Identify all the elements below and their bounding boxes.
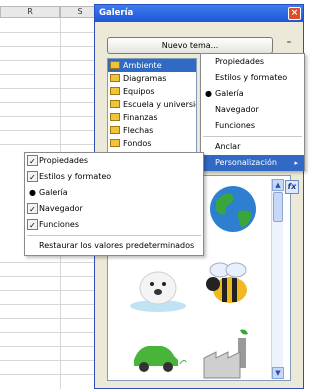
grid-line (0, 144, 100, 145)
restore-defaults-item[interactable]: Restaurar los valores predeterminados (25, 238, 203, 254)
new-theme-button[interactable]: Nuevo tema... (107, 37, 273, 54)
menu-item-propiedades[interactable]: Propiedades (201, 54, 304, 70)
checkbox-checked-icon: ✓ (27, 171, 38, 182)
grid-line (0, 116, 100, 117)
theme-item-ambiente[interactable]: Ambiente (108, 59, 196, 72)
preview-scrollbar[interactable]: ▲ ▼ (271, 179, 284, 379)
checkbox-checked-icon: ✓ (27, 155, 38, 166)
folder-icon (110, 100, 120, 108)
close-icon[interactable]: × (288, 7, 301, 20)
checkbox-checked-icon: ✓ (27, 219, 38, 230)
grid-line (0, 74, 100, 75)
grid-line (0, 60, 100, 61)
checkbox-checked-icon: ✓ (27, 203, 38, 214)
gallery-title[interactable]: Galería (95, 5, 303, 22)
menu-separator (27, 235, 201, 236)
column-header-r[interactable]: R (0, 6, 60, 18)
grid-line (0, 88, 100, 89)
factory-image[interactable] (200, 326, 260, 381)
submenu-item-estilos[interactable]: ✓ Estilos y formateo (25, 169, 203, 185)
grid-line (0, 346, 100, 347)
grid-line (0, 360, 100, 361)
polar-bear-image[interactable] (128, 258, 188, 313)
theme-item-finanzas[interactable]: Finanzas (108, 111, 196, 124)
theme-item-fondos[interactable]: Fondos (108, 137, 196, 150)
menu-separator (203, 136, 302, 137)
menu-item-personalizacion[interactable]: Personalización ▸ (201, 155, 304, 171)
folder-icon (110, 113, 120, 121)
folder-icon (110, 139, 120, 147)
options-icon[interactable]: ⁼ (282, 38, 296, 52)
car-image[interactable] (128, 334, 188, 374)
grid-line (0, 290, 100, 291)
grid-line (0, 130, 100, 131)
grid-line (0, 304, 100, 305)
folder-icon (110, 126, 120, 134)
submenu-arrow-icon: ▸ (294, 159, 298, 167)
gallery-context-menu: Propiedades Estilos y formateo ● Galería … (200, 53, 305, 171)
grid-line (0, 374, 100, 375)
menu-item-anclar[interactable]: Anclar (201, 139, 304, 155)
menu-item-navegador[interactable]: Navegador (201, 102, 304, 118)
grid-line (0, 332, 100, 333)
themes-list: Ambiente Diagramas Equipos Escuela y uni… (107, 58, 197, 154)
menu-item-estilos[interactable]: Estilos y formateo (201, 70, 304, 86)
theme-item-diagramas[interactable]: Diagramas (108, 72, 196, 85)
grid-line (0, 262, 100, 263)
folder-icon (110, 87, 120, 95)
customize-submenu: ✓ Propiedades ✓ Estilos y formateo ● Galerí… (24, 152, 204, 256)
menu-item-galeria[interactable]: ● Galería (201, 86, 304, 102)
bullet-icon: ● (29, 188, 36, 197)
grid-line (0, 32, 100, 33)
submenu-item-galeria[interactable]: ● Galería (25, 185, 203, 201)
theme-item-equipos[interactable]: Equipos (108, 85, 196, 98)
grid-line (0, 318, 100, 319)
functions-icon[interactable]: fx (285, 180, 299, 194)
scroll-up-icon[interactable]: ▲ (272, 179, 284, 191)
menu-item-funciones[interactable]: Funciones (201, 118, 304, 134)
earth-image[interactable] (208, 184, 258, 234)
submenu-item-navegador[interactable]: ✓ Navegador (25, 201, 203, 217)
folder-icon (110, 61, 120, 69)
scroll-thumb[interactable] (273, 192, 283, 222)
grid-line (0, 276, 100, 277)
theme-item-flechas[interactable]: Flechas (108, 124, 196, 137)
bullet-icon: ● (205, 89, 212, 98)
scroll-down-icon[interactable]: ▼ (272, 367, 284, 379)
submenu-item-funciones[interactable]: ✓ Funciones (25, 217, 203, 233)
grid-line (0, 46, 100, 47)
theme-item-escuela[interactable]: Escuela y universidad (108, 98, 196, 111)
submenu-item-propiedades[interactable]: ✓ Propiedades (25, 153, 203, 169)
folder-icon (110, 74, 120, 82)
bee-image[interactable] (198, 258, 258, 313)
grid-line (0, 102, 100, 103)
